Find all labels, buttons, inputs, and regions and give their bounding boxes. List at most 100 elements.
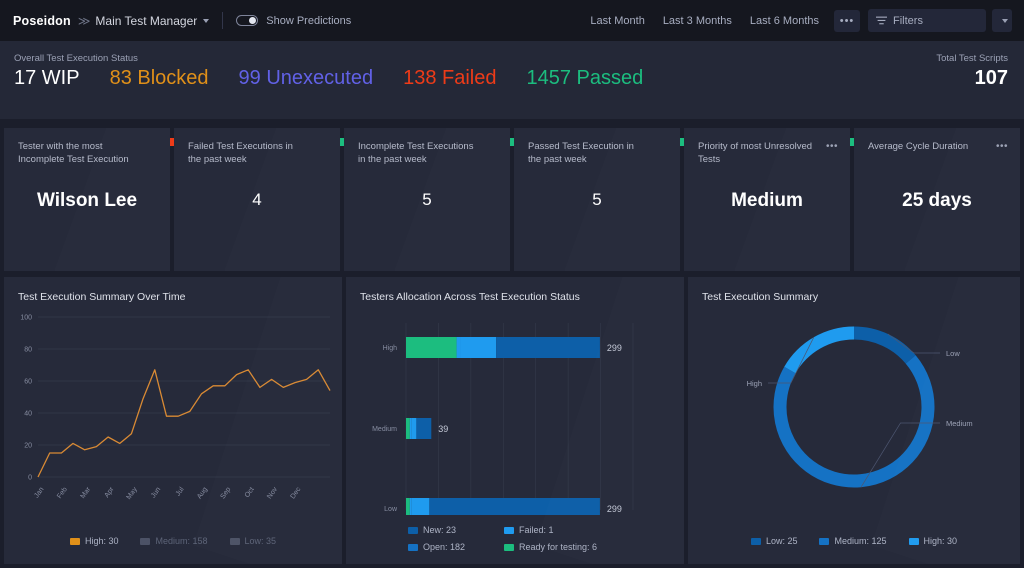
- donut-segment-label: Low: [946, 349, 960, 358]
- legend-item[interactable]: Failed: 1: [504, 525, 634, 535]
- overall-status-strip: Overall Test Execution Status 17 WIP 83 …: [0, 41, 1024, 146]
- legend-item[interactable]: Open: 182: [408, 542, 504, 552]
- status-metric-unexecuted[interactable]: 99 Unexecuted: [239, 67, 374, 90]
- panel-test-execution-summary: Test Execution Summary Low Medium High Low…: [688, 277, 1020, 564]
- kpi-card[interactable]: Failed Test Executions in the past week 4: [174, 128, 340, 271]
- kpi-card[interactable]: Average Cycle Duration 25 days •••: [854, 128, 1020, 271]
- bar-segment[interactable]: [409, 418, 412, 439]
- legend-swatch-icon: [408, 543, 418, 551]
- donut-segment[interactable]: [784, 326, 855, 374]
- donut-chart[interactable]: Low Medium High: [688, 301, 1020, 521]
- y-axis-category-label: Low: [384, 506, 398, 513]
- x-axis-tick: Sep: [219, 486, 232, 500]
- x-axis-tick: Jul: [175, 486, 186, 498]
- legend-item[interactable]: Ready for testing: 6: [504, 542, 634, 552]
- status-metric-wip[interactable]: 17 WIP: [14, 67, 80, 90]
- divider: [222, 12, 224, 29]
- bar-segment[interactable]: [411, 498, 430, 515]
- legend-swatch-icon: [140, 537, 151, 545]
- kpi-card[interactable]: Passed Test Execution in the past week 5: [514, 128, 680, 271]
- legend-label: Low: 35: [244, 536, 277, 546]
- x-axis-tick: Oct: [244, 486, 256, 499]
- bar-segment[interactable]: [429, 498, 600, 515]
- kpi-more-button[interactable]: •••: [826, 141, 838, 152]
- x-axis-tick: Nov: [266, 486, 279, 501]
- kpi-value: 5: [422, 190, 432, 209]
- y-axis-tick: 100: [20, 315, 32, 322]
- kpi-title: Passed Test Execution in the past week: [528, 141, 634, 165]
- range-last-3-months[interactable]: Last 3 Months: [654, 9, 741, 33]
- legend-item[interactable]: High: 30: [69, 536, 119, 546]
- kpi-value: Wilson Lee: [36, 190, 138, 211]
- range-last-month[interactable]: Last Month: [581, 9, 653, 33]
- overall-status-label: Overall Test Execution Status: [14, 53, 138, 64]
- legend-label: Ready for testing: 6: [519, 542, 598, 552]
- bar-chart[interactable]: 050100150200250300350High299Medium39Low2…: [346, 305, 684, 515]
- breadcrumb-current[interactable]: Main Test Manager: [95, 14, 197, 28]
- kpi-title: Average Cycle Duration: [868, 141, 969, 152]
- total-scripts-value: 107: [974, 67, 1008, 89]
- kpi-title: Failed Test Executions in the past week: [188, 141, 293, 165]
- y-axis-tick: 40: [24, 411, 32, 418]
- bar-segment[interactable]: [411, 418, 417, 439]
- legend-swatch-icon: [819, 537, 830, 545]
- filter-icon: [876, 16, 887, 25]
- kpi-title: Incomplete Test Executions in the past w…: [358, 141, 474, 165]
- bar-segment[interactable]: [416, 418, 432, 439]
- bar-segment[interactable]: [496, 337, 600, 358]
- total-scripts-label: Total Test Scripts: [936, 53, 1008, 64]
- bar-segment[interactable]: [456, 337, 461, 358]
- more-options-button[interactable]: •••: [834, 9, 860, 32]
- legend-item[interactable]: Medium: 125: [819, 536, 887, 546]
- status-metric-failed[interactable]: 138 Failed: [403, 67, 496, 90]
- line-chart[interactable]: 0 20 40 60 80 100 Jan Feb Mar Apr May Jun Jul Aug Sep O…: [4, 305, 342, 520]
- y-axis-tick: 60: [24, 379, 32, 386]
- bar-segment[interactable]: [409, 498, 412, 515]
- bar-total-label: 39: [438, 424, 448, 434]
- donut-segment-label: High: [747, 379, 762, 388]
- filters-dropdown-button[interactable]: [992, 9, 1012, 32]
- x-axis-tick: Jun: [150, 486, 162, 499]
- bar-segment[interactable]: [406, 418, 410, 439]
- kpi-value: 4: [252, 190, 262, 209]
- legend-item[interactable]: Medium: 158: [140, 536, 208, 546]
- legend-swatch-icon: [69, 537, 80, 545]
- donut-segment[interactable]: [853, 326, 916, 364]
- donut-segment[interactable]: [773, 355, 935, 488]
- range-last-6-months[interactable]: Last 6 Months: [741, 9, 828, 33]
- legend-label: Failed: 1: [519, 525, 554, 535]
- x-axis-tick: Dec: [290, 486, 303, 501]
- kpi-value: Medium: [731, 190, 803, 211]
- kpi-title: Priority of most Unresolved Tests: [698, 141, 813, 165]
- toggle-track[interactable]: [236, 15, 259, 26]
- legend-item[interactable]: High: 30: [908, 536, 957, 546]
- bar-total-label: 299: [607, 343, 622, 353]
- legend-item[interactable]: Low: 25: [750, 536, 797, 546]
- legend-label: New: 23: [423, 525, 457, 535]
- bar-segment[interactable]: [406, 337, 457, 358]
- y-axis-tick: 20: [24, 443, 32, 450]
- top-bar: Poseidon ≫ Main Test Manager Show Predic…: [0, 0, 1024, 41]
- legend-item[interactable]: Low: 35: [229, 536, 277, 546]
- kpi-title: Tester with the most Incomplete Test Exe…: [18, 141, 129, 165]
- panel-title: Test Execution Summary Over Time: [18, 291, 186, 303]
- legend-item[interactable]: New: 23: [408, 525, 504, 535]
- legend-label: High: 30: [84, 536, 119, 546]
- kpi-card[interactable]: Tester with the most Incomplete Test Exe…: [4, 128, 170, 271]
- kpi-card[interactable]: Incomplete Test Executions in the past w…: [344, 128, 510, 271]
- chevron-down-icon[interactable]: [203, 18, 210, 23]
- brand-logo[interactable]: Poseidon: [13, 14, 71, 28]
- bar-segment[interactable]: [460, 337, 497, 358]
- status-metric-blocked[interactable]: 83 Blocked: [110, 67, 209, 90]
- kpi-card[interactable]: Priority of most Unresolved Tests Medium •…: [684, 128, 850, 271]
- x-axis-tick: Aug: [196, 486, 209, 500]
- filters-button[interactable]: Filters: [868, 9, 986, 32]
- y-axis-category-label: Medium: [372, 426, 397, 433]
- bar-total-label: 299: [607, 504, 622, 514]
- status-metric-passed[interactable]: 1457 Passed: [527, 67, 644, 90]
- show-predictions-label: Show Predictions: [266, 14, 352, 27]
- kpi-more-button[interactable]: •••: [996, 141, 1008, 152]
- bar-segment[interactable]: [406, 498, 410, 515]
- show-predictions-toggle[interactable]: Show Predictions: [236, 15, 351, 27]
- chevron-down-icon: [1002, 18, 1008, 23]
